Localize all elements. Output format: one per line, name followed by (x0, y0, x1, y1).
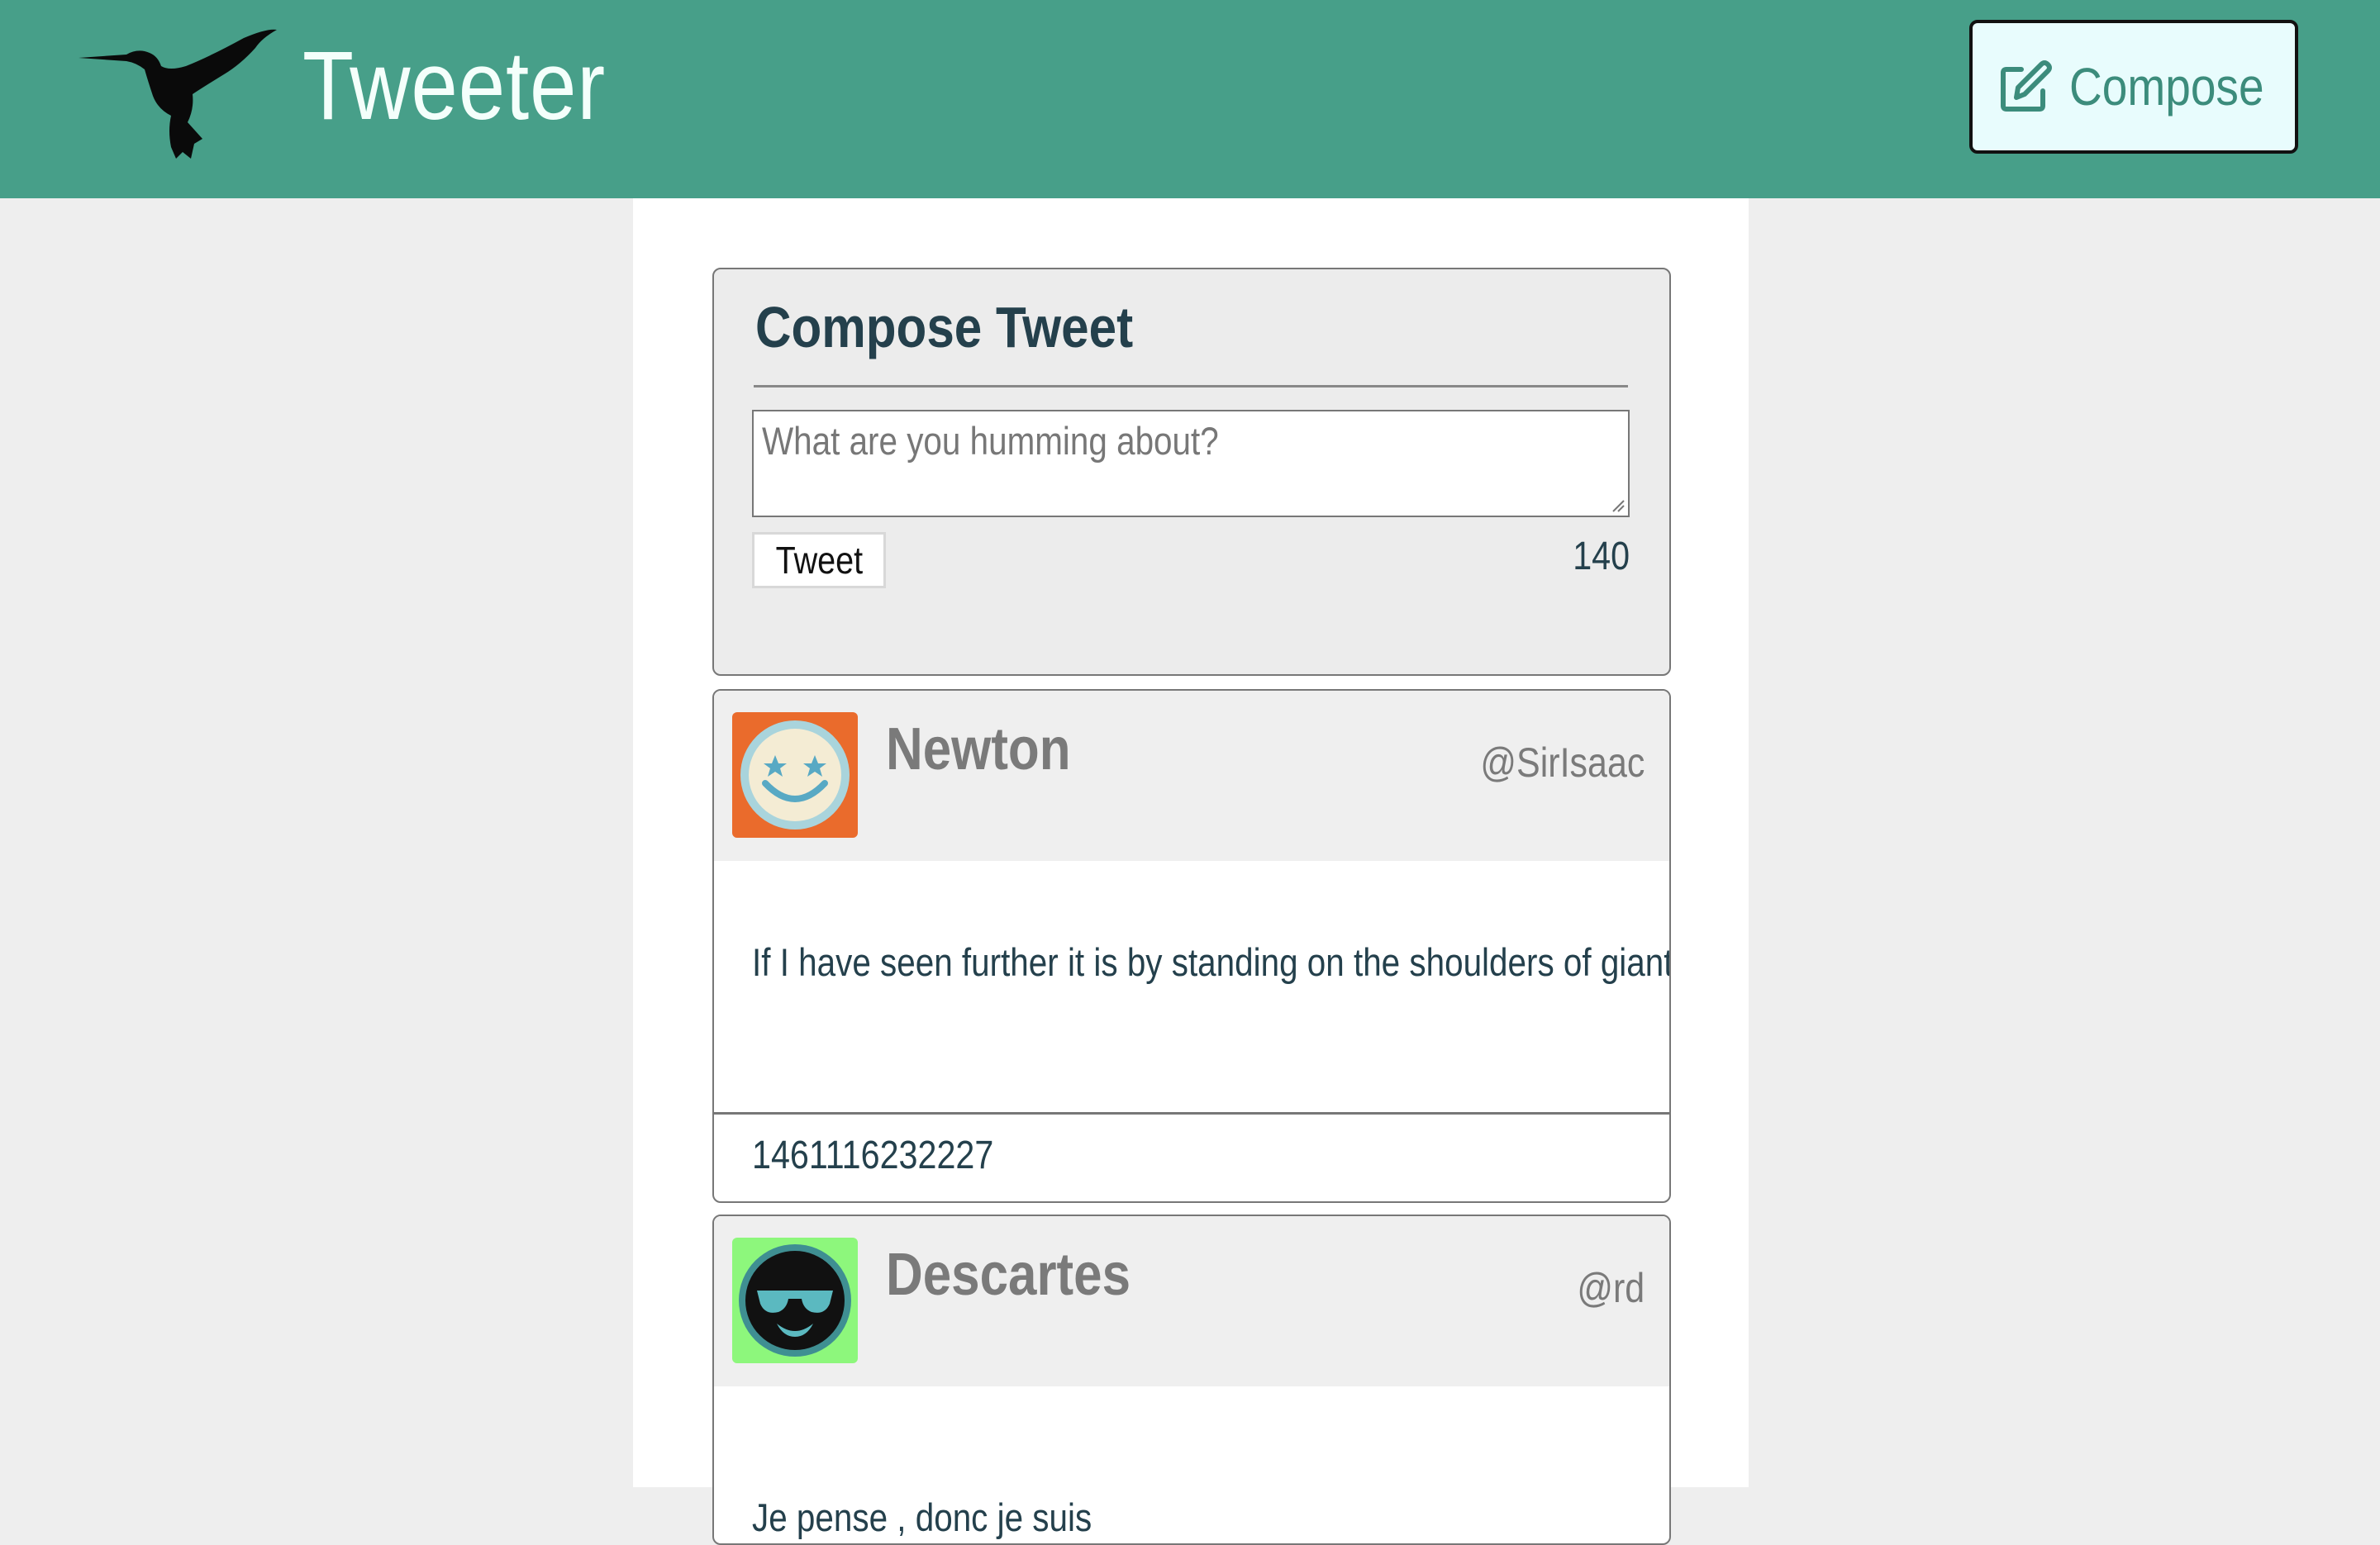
tweet-timestamp: 1461116232227 (752, 1134, 994, 1177)
resize-grip-icon[interactable] (1610, 497, 1625, 512)
main-content: Compose Tweet What are you humming about… (633, 198, 1749, 1545)
tweet-card: Descartes @rd Je pense , donc je suis (712, 1215, 1671, 1545)
tweet-author-handle: @SirIsaac (1480, 739, 1645, 786)
compose-tweet-panel: Compose Tweet What are you humming about… (712, 268, 1671, 676)
tweet-author-name: Newton (886, 716, 1071, 782)
tweet-textarea-placeholder: What are you humming about? (762, 419, 1219, 463)
tweet-submit-button[interactable]: Tweet (752, 532, 886, 588)
tweet-text: If I have seen further it is by standing… (752, 939, 1669, 986)
tweet-card: Newton @SirIsaac If I have seen further … (712, 689, 1671, 1203)
tweet-footer: 1461116232227 (714, 1112, 1669, 1201)
compose-button[interactable]: Compose (1969, 20, 2298, 154)
avatar (732, 712, 858, 838)
edit-icon (1997, 58, 2054, 116)
avatar (732, 1238, 858, 1363)
tweet-author-handle: @rd (1577, 1265, 1645, 1311)
app-title: Tweeter (302, 31, 607, 140)
hummingbird-logo-icon (79, 23, 277, 164)
tweet-header: Descartes @rd (714, 1216, 1669, 1386)
tweet-header: Newton @SirIsaac (714, 691, 1669, 861)
tweet-submit-label: Tweet (775, 539, 863, 582)
divider (754, 385, 1628, 387)
tweet-text: Je pense , donc je suis (752, 1494, 1645, 1541)
compose-title: Compose Tweet (755, 295, 1134, 359)
top-navbar: Tweeter Compose (0, 0, 2380, 198)
tweet-text-content: Je pense , donc je suis (752, 1495, 1092, 1539)
char-counter: 140 (1573, 535, 1630, 578)
tweet-text-content: If I have seen further it is by standing… (752, 940, 1671, 984)
tweet-author-name: Descartes (886, 1242, 1131, 1308)
compose-button-label: Compose (2069, 57, 2264, 116)
tweet-textarea[interactable]: What are you humming about? (752, 410, 1630, 517)
